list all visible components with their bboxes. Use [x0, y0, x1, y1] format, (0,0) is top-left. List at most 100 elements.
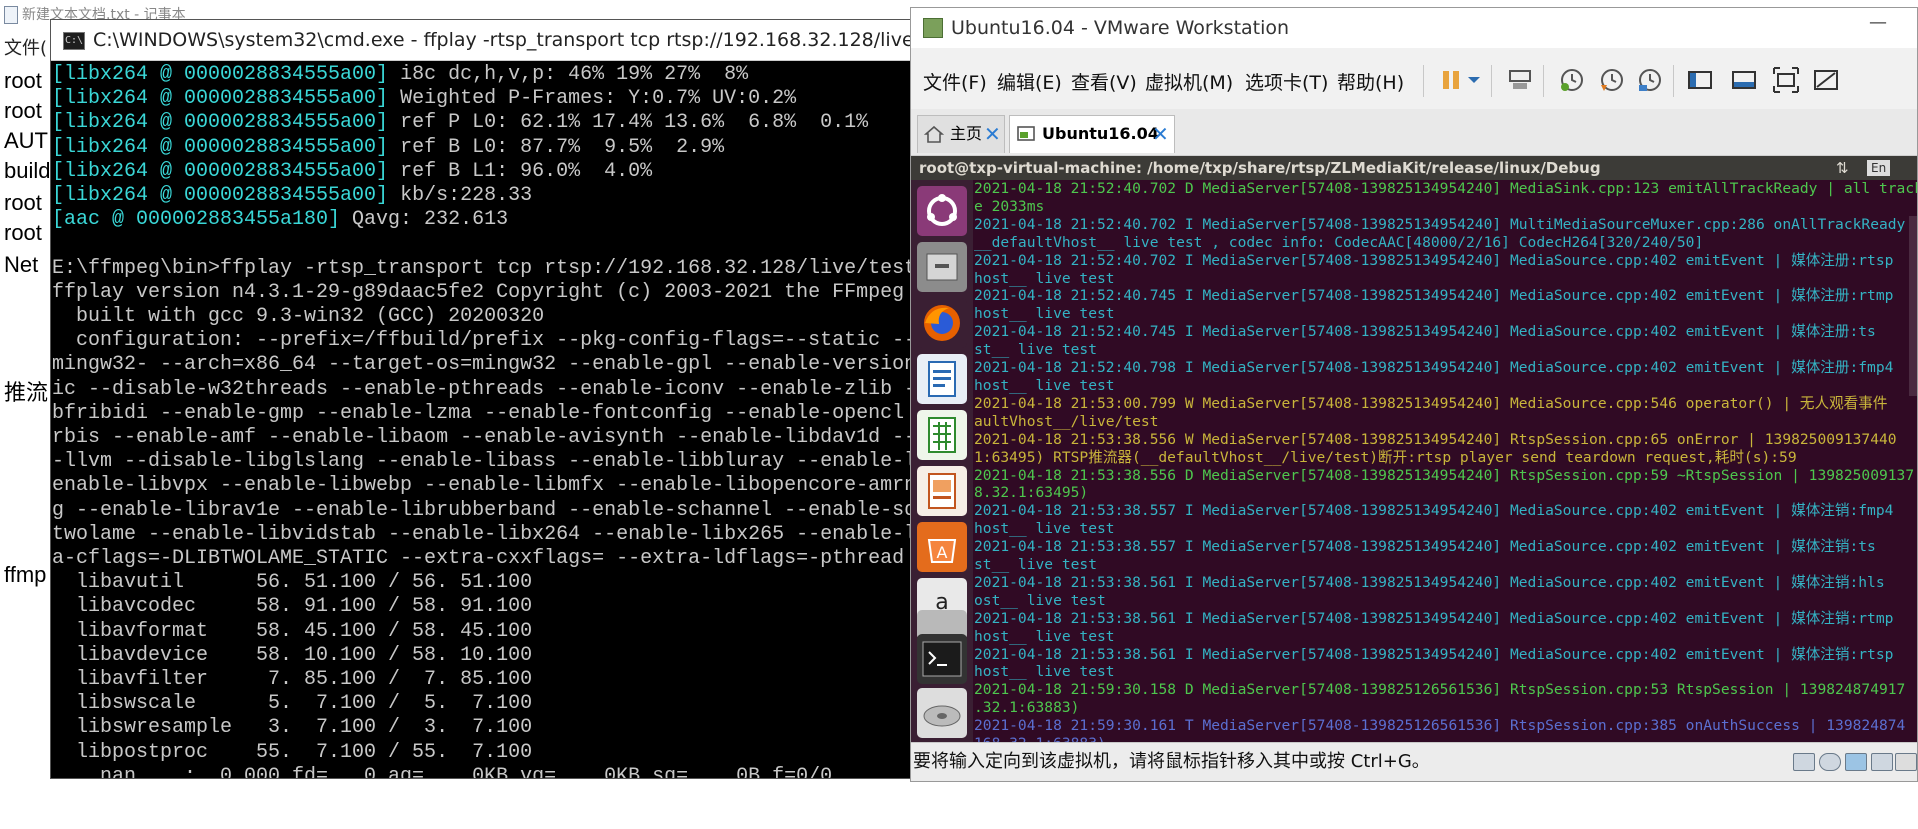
cmd-title: C:\WINDOWS\system32\cmd.exe - ffplay -rt…	[93, 29, 957, 51]
cmd-output-line: nan : 0.000 fd= 0 aq= 0KB vq= 0KB sq= 0B…	[51, 765, 911, 778]
cmd-output-line: [libx264 @ 0000028834555a00] kb/s:228.33	[51, 184, 911, 208]
cmd-output-line: libavfilter 7. 85.100 / 7. 85.100	[51, 668, 911, 692]
minimize-button[interactable]: —	[1869, 12, 1887, 33]
writer-icon[interactable]	[917, 354, 967, 404]
full-screen-icon[interactable]	[1771, 65, 1801, 95]
thumbnail-bar-icon[interactable]	[1729, 65, 1759, 95]
terminal-log-line: host__ live test	[974, 627, 1115, 645]
terminal-log-line: 2021-04-18 21:53:00.799 W MediaServer[57…	[974, 394, 1888, 412]
cmd-line-text: E:\ffmpeg\bin>ffplay -rtsp_transport tcp…	[52, 256, 911, 280]
sort-indicator-icon[interactable]: ⇅	[1836, 156, 1849, 180]
terminal-log-line: 2021-04-18 21:52:40.745 I MediaServer[57…	[974, 287, 1894, 305]
cmd-output-line	[51, 232, 911, 256]
cd-rom-icon[interactable]	[1819, 753, 1841, 771]
menu-tabs[interactable]: 选项卡(T)	[1245, 68, 1328, 95]
cmd-output-line: mingw32- --arch=x86_64 --target-os=mingw…	[51, 353, 911, 377]
cmd-output-line: [libx264 @ 0000028834555a00] ref B L0: 8…	[51, 136, 911, 160]
hard-disk-icon[interactable]	[1793, 753, 1815, 771]
svg-text:A: A	[937, 543, 948, 562]
menu-edit[interactable]: 编辑(E)	[997, 68, 1062, 95]
terminal-log-line: 2021-04-18 21:53:38.556 W MediaServer[57…	[974, 430, 1897, 448]
snapshot-icon[interactable]	[1557, 65, 1587, 95]
impress-icon[interactable]	[917, 466, 967, 516]
terminal-log-line: __defaultVhost__ live test , codec info:…	[974, 233, 1704, 251]
terminal-window-title: root@txp-virtual-machine: /home/txp/shar…	[919, 159, 1601, 177]
pause-icon[interactable]	[1437, 65, 1467, 95]
toolbar-separator	[1543, 65, 1544, 97]
notepad-line: Net	[4, 252, 39, 277]
cmd-titlebar[interactable]: C:\ C:\WINDOWS\system32\cmd.exe - ffplay…	[51, 20, 957, 61]
terminal-icon[interactable]	[917, 634, 967, 684]
terminal-log-line: aultVhost__/live/test	[974, 412, 1159, 430]
notepad-line: root	[4, 190, 42, 215]
cmd-output-line: bfribidi --enable-gmp --enable-lzma --en…	[51, 402, 911, 426]
cmd-output-line: E:\ffmpeg\bin>ffplay -rtsp_transport tcp…	[51, 257, 911, 281]
cmd-line-text: rbis --enable-amf --enable-libaom --enab…	[52, 426, 911, 450]
software-center-icon[interactable]: A	[917, 522, 967, 572]
cmd-window[interactable]: C:\ C:\WINDOWS\system32\cmd.exe - ffplay…	[50, 19, 957, 779]
terminal-log-line: 2021-04-18 21:53:38.561 I MediaServer[57…	[974, 645, 1894, 663]
menu-vm[interactable]: 虚拟机(M)	[1145, 68, 1233, 95]
network-adapter-icon[interactable]	[1845, 753, 1867, 771]
notepad-line: 推流	[4, 380, 49, 405]
cmd-output-line: libpostproc 55. 7.100 / 55. 7.100	[51, 741, 911, 765]
terminal-log-line: host__ live test	[974, 305, 1115, 323]
keyboard-language-indicator[interactable]: En	[1867, 160, 1891, 176]
vmware-window[interactable]: Ubuntu16.04 - VMware Workstation — 文件(F)…	[910, 7, 1918, 782]
menu-view[interactable]: 查看(V)	[1071, 68, 1137, 95]
cmd-console-output[interactable]: [libx264 @ 0000028834555a00] i8c dc,h,v,…	[51, 61, 911, 778]
terminal-log-line: e 2033ms	[974, 197, 1045, 215]
cmd-line-prefix: [libx264 @ 0000028834555a00]	[52, 111, 389, 135]
calc-icon[interactable]	[917, 410, 967, 460]
terminal-log-line: 2021-04-18 21:52:40.798 I MediaServer[57…	[974, 359, 1894, 377]
terminal-log-line: 2021-04-18 21:52:40.745 I MediaServer[57…	[974, 323, 1876, 341]
firefox-icon[interactable]	[917, 298, 967, 348]
close-icon[interactable]: ✕	[1152, 116, 1169, 152]
cmd-output-line: [libx264 @ 0000028834555a00] i8c dc,h,v,…	[51, 63, 911, 87]
revert-snapshot-icon[interactable]	[1597, 65, 1627, 95]
notepad-line: AUT	[4, 128, 48, 153]
close-icon[interactable]: ✕	[984, 116, 1001, 152]
cmd-line-text	[52, 232, 64, 255]
cmd-line-text: libswscale 5. 7.100 / 5. 7.100	[52, 692, 533, 716]
send-ctrl-alt-del-icon[interactable]	[1505, 65, 1535, 95]
terminal-output[interactable]: 2021-04-18 21:52:40.702 D MediaServer[57…	[973, 180, 1917, 745]
toolbar-separator	[1423, 65, 1424, 97]
cmd-line-prefix: [libx264 @ 0000028834555a00]	[52, 63, 389, 86]
menu-file[interactable]: 文件(F)	[923, 68, 987, 95]
dvd-icon[interactable]	[917, 688, 967, 738]
cmd-line-text: -llvm --disable-libglslang --enable-liba…	[52, 450, 911, 474]
cmd-line-prefix: [libx264 @ 0000028834555a00]	[52, 87, 389, 111]
menu-help[interactable]: 帮助(H)	[1337, 68, 1404, 95]
cmd-line-text: Qavg: 232.613	[340, 208, 509, 232]
ubuntu-dash-icon[interactable]	[917, 186, 967, 236]
cmd-output-line: libswscale 5. 7.100 / 5. 7.100	[51, 692, 911, 716]
tab-ubuntu[interactable]: Ubuntu16.04 ✕	[1009, 115, 1175, 153]
terminal-scrollbar[interactable]	[1909, 216, 1917, 396]
chevron-down-icon[interactable]	[1465, 65, 1483, 95]
vm-display[interactable]: root@txp-virtual-machine: /home/txp/shar…	[911, 156, 1917, 745]
tab-home[interactable]: 主页 ✕	[917, 115, 1005, 153]
show-library-icon[interactable]	[1685, 65, 1715, 95]
cmd-line-text: libpostproc 55. 7.100 / 55. 7.100	[52, 740, 533, 764]
snapshot-manager-icon[interactable]	[1635, 65, 1665, 95]
cmd-icon: C:\	[63, 32, 85, 50]
usb-controller-icon[interactable]	[1871, 753, 1893, 771]
terminal-log-line: .32.1:63883)	[974, 699, 1080, 717]
vmware-logo-icon	[923, 18, 943, 38]
files-icon[interactable]	[917, 242, 967, 292]
terminal-log-line: 1:63495) RTSP推流器(__defaultVhost__/live/t…	[974, 448, 1797, 466]
vmware-menubar: 文件(F) 编辑(E) 查看(V) 虚拟机(M) 选项卡(T) 帮助(H)	[911, 55, 1917, 107]
cmd-line-text: twolame --enable-libvidstab --enable-lib…	[52, 522, 911, 546]
terminal-log-line: host__ live test	[974, 663, 1115, 681]
unity-icon[interactable]	[1811, 65, 1841, 95]
vmware-titlebar[interactable]: Ubuntu16.04 - VMware Workstation —	[911, 8, 1917, 48]
cmd-output-line: g --enable-librav1e --enable-librubberba…	[51, 499, 911, 523]
terminal-log-line: 2021-04-18 21:59:30.161 T MediaServer[57…	[974, 717, 1906, 735]
printer-icon[interactable]	[1895, 753, 1917, 771]
cmd-line-text: mingw32- --arch=x86_64 --target-os=mingw…	[52, 353, 911, 377]
terminal-log-line: host__ live test	[974, 520, 1115, 538]
notepad-menu-file[interactable]: 文件(	[4, 34, 47, 60]
cmd-line-text: g --enable-librav1e --enable-librubberba…	[52, 498, 911, 522]
cmd-output-line: twolame --enable-libvidstab --enable-lib…	[51, 523, 911, 547]
